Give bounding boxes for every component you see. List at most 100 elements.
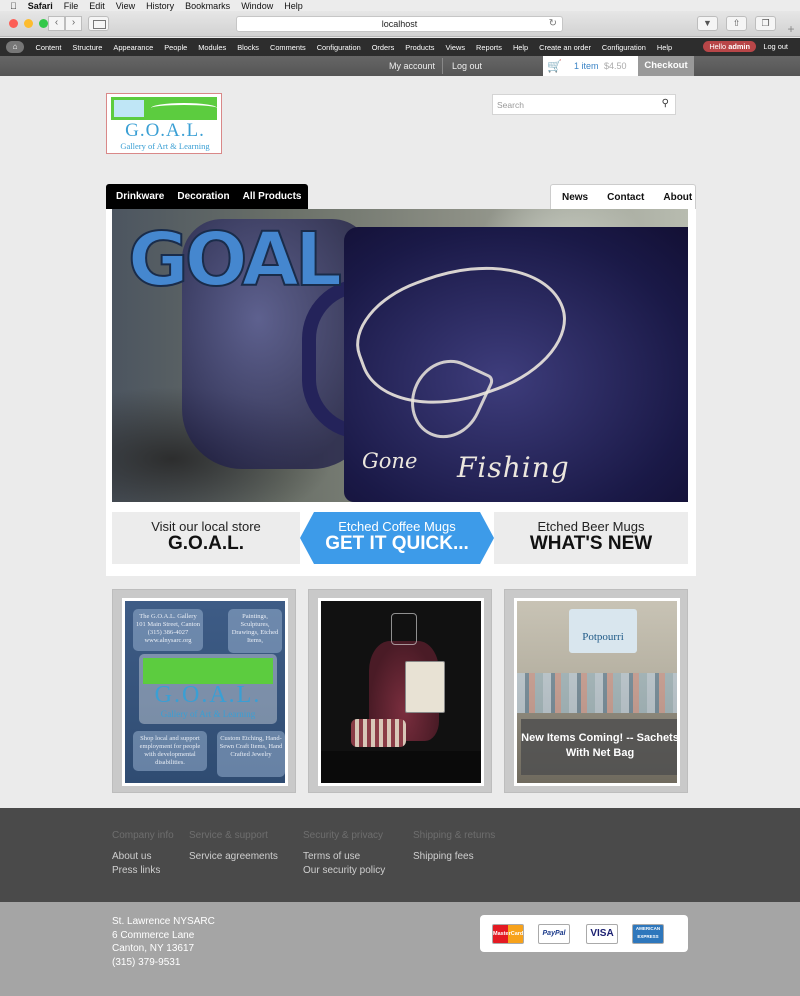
cart-item-count[interactable]: 1 item bbox=[574, 61, 599, 71]
admin-menu-blocks[interactable]: Blocks bbox=[232, 43, 265, 52]
log-out-link[interactable]: Log out bbox=[452, 61, 482, 71]
nav-news[interactable]: News bbox=[562, 192, 588, 203]
admin-menu-modules[interactable]: Modules bbox=[193, 43, 232, 52]
share-button[interactable]: ⇧ bbox=[726, 16, 747, 31]
search-icon[interactable]: ⚲ bbox=[662, 98, 669, 109]
admin-menu-views[interactable]: Views bbox=[440, 43, 471, 52]
window-controls bbox=[9, 19, 48, 28]
forward-button[interactable]: › bbox=[65, 16, 82, 31]
new-items-image: Potpourri New Items Coming! -- Sachets W… bbox=[514, 598, 680, 786]
nav-drinkware[interactable]: Drinkware bbox=[116, 191, 164, 202]
reload-icon[interactable]: ↻ bbox=[549, 17, 557, 31]
my-account-link[interactable]: My account bbox=[389, 61, 435, 71]
mastercard-icon: MasterCard bbox=[492, 924, 524, 944]
menu-bookmarks[interactable]: Bookmarks bbox=[185, 1, 230, 11]
new-tab-button[interactable]: + bbox=[784, 23, 798, 36]
sachet-display bbox=[517, 673, 677, 713]
tile-gallery-flyer[interactable]: The G.O.A.L. Gallery 101 Main Street, Ca… bbox=[112, 589, 296, 793]
greeting-prefix: Hello bbox=[709, 42, 727, 51]
footer-heading: Company info bbox=[112, 830, 174, 841]
nav-all-products[interactable]: All Products bbox=[243, 191, 302, 202]
menu-file[interactable]: File bbox=[64, 1, 79, 11]
macos-menu-bar:  Safari File Edit View History Bookmark… bbox=[0, 0, 800, 11]
home-icon[interactable]: ⌂ bbox=[6, 41, 24, 53]
menu-view[interactable]: View bbox=[116, 1, 135, 11]
mug-text-gone: Gone bbox=[362, 449, 418, 473]
browser-toolbar: ‹ › localhost ↻ ▼ ⇧ ❐ bbox=[0, 11, 800, 37]
admin-menu-structure[interactable]: Structure bbox=[67, 43, 108, 52]
footer-link-about-us[interactable]: About us bbox=[112, 850, 174, 864]
flyer-logo: G.O.A.L. Gallery of Art & Learning bbox=[139, 654, 277, 724]
footer-column-security: Security & privacy Terms of use Our secu… bbox=[303, 830, 385, 878]
footer-link-shipping-fees[interactable]: Shipping fees bbox=[413, 850, 495, 864]
admin-menu-products[interactable]: Products bbox=[400, 43, 440, 52]
admin-menu-store-configuration[interactable]: Configuration bbox=[596, 43, 651, 52]
product-card bbox=[405, 661, 445, 713]
admin-menu-store-help[interactable]: Help bbox=[651, 43, 677, 52]
nav-contact[interactable]: Contact bbox=[607, 192, 644, 203]
tile-sachet-product[interactable] bbox=[308, 589, 492, 793]
hero-slideshow[interactable]: Gone Fishing GOAL bbox=[112, 209, 688, 502]
user-bar: My account Log out 🛒 1 item $4.50 Checko… bbox=[0, 56, 800, 76]
promo-local-store[interactable]: Visit our local store G.O.A.L. bbox=[112, 512, 300, 564]
admin-menu-content[interactable]: Content bbox=[30, 43, 67, 52]
apple-icon[interactable]:  bbox=[10, 1, 17, 11]
downloads-button[interactable]: ▼ bbox=[697, 16, 718, 31]
zoom-window-button[interactable] bbox=[39, 19, 48, 28]
flyer-address-box: The G.O.A.L. Gallery 101 Main Street, Ca… bbox=[133, 609, 203, 651]
paypal-icon: PayPal bbox=[538, 924, 570, 944]
menu-help[interactable]: Help bbox=[284, 1, 303, 11]
search-input[interactable] bbox=[493, 95, 653, 114]
promo-line-2: GET IT QUICK... bbox=[325, 533, 469, 554]
admin-menu-appearance[interactable]: Appearance bbox=[108, 43, 159, 52]
history-buttons: ‹ › bbox=[48, 16, 82, 31]
footer-link-security-policy[interactable]: Our security policy bbox=[303, 864, 385, 878]
tile-new-items[interactable]: Potpourri New Items Coming! -- Sachets W… bbox=[504, 589, 688, 793]
menu-window[interactable]: Window bbox=[241, 1, 273, 11]
admin-menu-configuration[interactable]: Configuration bbox=[311, 43, 366, 52]
admin-logout-link[interactable]: Log out bbox=[763, 42, 788, 51]
checkout-button[interactable]: Checkout bbox=[638, 56, 694, 76]
tabs-overview-button[interactable]: ❐ bbox=[755, 16, 776, 31]
user-greeting-badge[interactable]: Hello admin bbox=[703, 41, 756, 52]
admin-menu-people[interactable]: People bbox=[159, 43, 193, 52]
promo-beer-mugs[interactable]: Etched Beer Mugs WHAT'S NEW bbox=[494, 512, 688, 564]
sidebar-toggle-button[interactable] bbox=[88, 16, 109, 31]
shopping-cart-icon: 🛒 bbox=[547, 59, 562, 73]
admin-menu-help[interactable]: Help bbox=[507, 43, 533, 52]
footer-link-terms[interactable]: Terms of use bbox=[303, 850, 385, 864]
footer-link-service-agreements[interactable]: Service agreements bbox=[189, 850, 278, 864]
flyer-logo-subtitle: Gallery of Art & Learning bbox=[160, 709, 256, 719]
footer-column-shipping: Shipping & returns Shipping fees bbox=[413, 830, 495, 864]
promo-coffee-mugs[interactable]: Etched Coffee Mugs GET IT QUICK... bbox=[300, 512, 494, 564]
url-text: localhost bbox=[381, 19, 418, 29]
address-bar[interactable]: localhost ↻ bbox=[236, 16, 563, 32]
admin-menu-orders[interactable]: Orders bbox=[366, 43, 400, 52]
potpourri-sign: Potpourri bbox=[569, 609, 637, 653]
nav-about[interactable]: About bbox=[663, 192, 692, 203]
site-logo[interactable]: G.O.A.L. Gallery of Art & Learning bbox=[106, 93, 222, 154]
dark-floor bbox=[321, 751, 481, 783]
address-line: Canton, NY 13617 bbox=[112, 943, 195, 954]
close-window-button[interactable] bbox=[9, 19, 18, 28]
admin-menu-create-order[interactable]: Create an order bbox=[534, 43, 597, 52]
menu-edit[interactable]: Edit bbox=[89, 1, 105, 11]
gallery-flyer-image: The G.O.A.L. Gallery 101 Main Street, Ca… bbox=[122, 598, 288, 786]
admin-menu-comments[interactable]: Comments bbox=[264, 43, 311, 52]
nav-decoration[interactable]: Decoration bbox=[177, 191, 229, 202]
minimize-window-button[interactable] bbox=[24, 19, 33, 28]
cart-summary[interactable]: 🛒 1 item $4.50 bbox=[543, 56, 638, 76]
promo-line-2: G.O.A.L. bbox=[168, 533, 244, 554]
flyer-services-box: Paintings, Sculptures, Drawings, Etched … bbox=[228, 609, 282, 653]
menu-safari[interactable]: Safari bbox=[28, 1, 53, 11]
footer-link-press[interactable]: Press links bbox=[112, 864, 174, 878]
search-box: ⚲ bbox=[492, 94, 676, 115]
admin-menu-reports[interactable]: Reports bbox=[471, 43, 508, 52]
promo-line-1: Etched Coffee Mugs bbox=[338, 519, 456, 534]
store-address: St. Lawrence NYSARC 6 Commerce Lane Cant… bbox=[112, 915, 215, 969]
promo-line-1: Etched Beer Mugs bbox=[537, 519, 645, 534]
american-express-icon: AMERICAN EXPRESS bbox=[632, 924, 664, 944]
back-button[interactable]: ‹ bbox=[48, 16, 65, 31]
menu-history[interactable]: History bbox=[146, 1, 174, 11]
flyer-products-box: Custom Etching, Hand-Sewn Craft Items, H… bbox=[217, 731, 285, 777]
